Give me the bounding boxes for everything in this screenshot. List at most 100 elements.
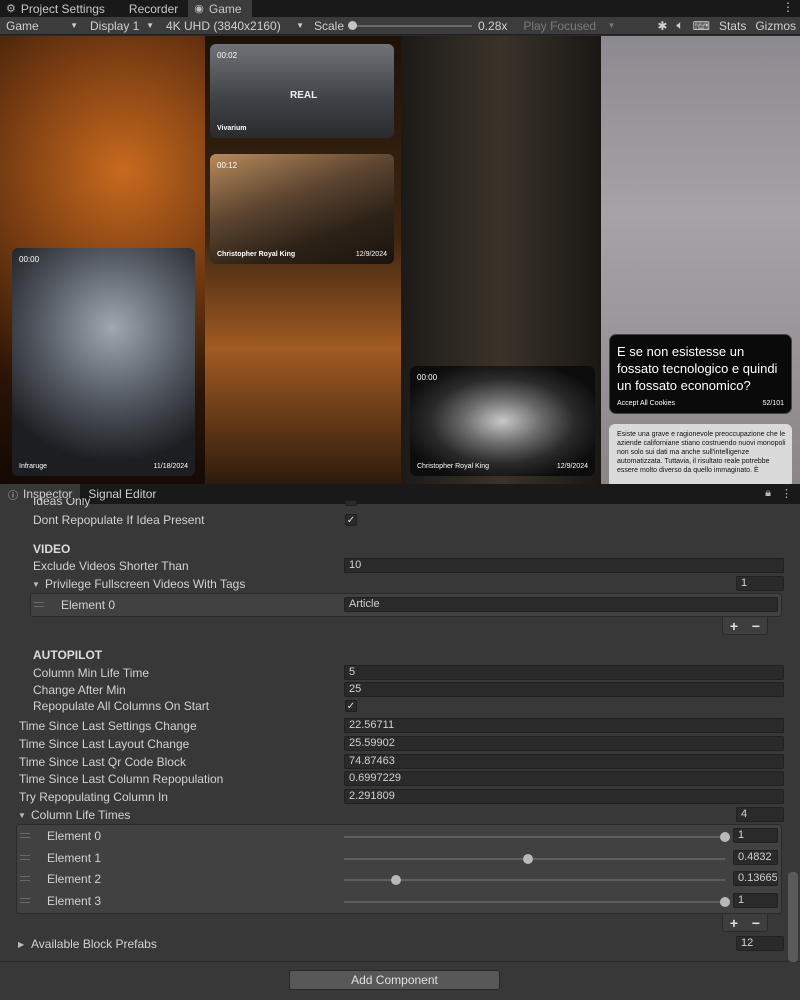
tab-signal-editor[interactable]: Signal Editor xyxy=(80,484,164,504)
dont-repopulate-label: Dont Repopulate If Idea Present xyxy=(33,513,205,527)
more-options-icon[interactable]: ⋮ xyxy=(781,487,792,500)
dont-repopulate-checkbox[interactable]: ✓ xyxy=(345,514,357,526)
video-header: VIDEO xyxy=(33,542,71,556)
display-value: Display 1 xyxy=(90,18,140,33)
editor-tab-bar: ⚙ Project Settings Recorder ◉ Game ⋮ xyxy=(0,0,800,17)
life-element-field[interactable]: 1 xyxy=(733,893,778,908)
question-text: E se non esistesse un fossato tecnologic… xyxy=(617,344,778,393)
accept-cookies-link[interactable]: Accept All Cookies xyxy=(617,400,675,407)
life-element-slider[interactable] xyxy=(344,832,730,842)
inspector-tab-bar: ⓘ Inspector Signal Editor 🔒︎ ⋮ xyxy=(0,484,800,504)
try-repop-field[interactable]: 2.291809 xyxy=(344,789,784,804)
tab-project-settings[interactable]: ⚙ Project Settings xyxy=(0,0,115,17)
chevron-down-icon: ▼ xyxy=(146,21,154,30)
life-element-label: Element 1 xyxy=(47,851,102,865)
tab-label: Signal Editor xyxy=(88,487,157,501)
chevron-down-icon: ▼ xyxy=(70,21,78,30)
life-element-label: Element 2 xyxy=(47,872,102,886)
triangle-down-icon[interactable]: ▼ xyxy=(18,811,26,820)
video-card[interactable]: 00:00 Christopher Royal King 12/9/2024 xyxy=(410,366,595,476)
game-mode-dropdown[interactable]: Game ▼ xyxy=(0,19,84,33)
resolution-dropdown[interactable]: 4K UHD (3840x2160) ▼ xyxy=(160,19,310,33)
drag-handle-icon[interactable] xyxy=(20,876,30,881)
text-card[interactable]: Esiste una grave e ragionevole preoccupa… xyxy=(609,424,792,484)
lock-icon[interactable]: 🔒︎ xyxy=(765,487,771,500)
bug-icon[interactable]: ✱ xyxy=(657,19,667,33)
ideas-only-label: Ideas Only xyxy=(33,498,91,508)
column-min-life-field[interactable]: 5 xyxy=(344,665,784,680)
exclude-videos-field[interactable]: 10 xyxy=(344,558,784,573)
change-after-min-field[interactable]: 25 xyxy=(344,682,784,697)
game-view[interactable]: 00:02 REAL Vivarium 00:12 Christopher Ro… xyxy=(0,36,800,484)
video-date: 12/9/2024 xyxy=(355,251,387,258)
drag-handle-icon[interactable] xyxy=(20,833,30,838)
video-card[interactable]: 00:00 Infraruge 11/18/2024 xyxy=(12,248,195,476)
chevron-down-icon: ▼ xyxy=(607,21,616,30)
privilege-tags-count[interactable]: 1 xyxy=(736,576,784,591)
video-title: Vivarium xyxy=(217,125,247,132)
time-column-field[interactable]: 0.6997229 xyxy=(344,771,784,786)
tab-game[interactable]: ◉ Game xyxy=(188,0,252,17)
more-options-icon[interactable]: ⋮ xyxy=(782,0,794,14)
video-card[interactable]: 00:02 REAL Vivarium xyxy=(210,44,394,138)
ideas-only-checkbox[interactable] xyxy=(345,500,357,506)
time-settings-field[interactable]: 22.56711 xyxy=(344,718,784,733)
life-element-label: Element 0 xyxy=(47,829,102,843)
scale-slider-knob[interactable] xyxy=(348,20,358,30)
video-time: 00:02 xyxy=(217,51,238,60)
play-focused-dropdown[interactable]: Play Focused ▼ xyxy=(517,19,621,33)
drag-handle-icon[interactable] xyxy=(34,602,44,607)
autopilot-header: AUTOPILOT xyxy=(33,648,103,662)
video-title: Christopher Royal King xyxy=(217,251,296,258)
column-life-times-label[interactable]: Column Life Times xyxy=(31,808,130,822)
stats-button[interactable]: Stats xyxy=(719,19,746,33)
time-qr-field[interactable]: 74.87463 xyxy=(344,754,784,769)
life-element-field[interactable]: 0.13665 xyxy=(733,871,778,886)
life-element-field[interactable]: 0.4832 xyxy=(733,850,778,865)
available-blocks-count[interactable]: 12 xyxy=(736,936,784,951)
gizmos-button[interactable]: Gizmos xyxy=(755,19,796,33)
drag-handle-icon[interactable] xyxy=(20,898,30,903)
life-element-slider[interactable] xyxy=(344,854,725,864)
tab-recorder[interactable]: Recorder xyxy=(115,0,188,17)
element-0-label: Element 0 xyxy=(61,598,116,612)
element-0-field[interactable]: Article xyxy=(344,597,778,612)
divider xyxy=(0,961,800,962)
triangle-down-icon[interactable]: ▼ xyxy=(32,580,40,589)
privilege-tags-label[interactable]: Privilege Fullscreen Videos With Tags xyxy=(45,577,245,591)
remove-element-button[interactable]: − xyxy=(752,618,760,634)
scale-label: Scale xyxy=(314,18,345,33)
life-element-slider[interactable] xyxy=(344,875,725,885)
inspector-scrollbar[interactable] xyxy=(788,872,798,962)
repopulate-all-label: Repopulate All Columns On Start xyxy=(33,699,210,713)
life-element-field[interactable]: 1 xyxy=(733,828,778,843)
question-card[interactable]: E se non esistesse un fossato tecnologic… xyxy=(609,334,792,414)
triangle-right-icon[interactable]: ▶ xyxy=(18,940,24,949)
time-layout-field[interactable]: 25.59902 xyxy=(344,736,784,751)
display-dropdown[interactable]: Display 1 ▼ xyxy=(84,19,160,33)
chevron-down-icon: ▼ xyxy=(296,21,304,30)
question-count: 52/101 xyxy=(762,400,784,407)
list-add-remove: + − xyxy=(722,617,768,635)
slider-knob[interactable] xyxy=(720,832,730,842)
column-background-4 xyxy=(601,36,800,484)
video-card[interactable]: 00:12 Christopher Royal King 12/9/2024 xyxy=(210,154,394,264)
add-component-button[interactable]: Add Component xyxy=(289,970,500,990)
keyboard-icon[interactable]: ⌨ xyxy=(693,19,710,33)
available-blocks-label[interactable]: Available Block Prefabs xyxy=(31,937,157,951)
scale-slider[interactable] xyxy=(348,20,473,30)
time-layout-label: Time Since Last Layout Change xyxy=(19,737,190,751)
drag-handle-icon[interactable] xyxy=(20,855,30,860)
video-date: 12/9/2024 xyxy=(556,463,588,470)
video-time: 00:12 xyxy=(217,161,238,170)
tab-label: Project Settings xyxy=(20,1,105,16)
repopulate-all-checkbox[interactable]: ✓ xyxy=(345,700,357,712)
slider-knob[interactable] xyxy=(391,875,402,885)
audio-mute-icon[interactable]: 🔈︎ xyxy=(676,18,683,33)
life-element-slider[interactable] xyxy=(344,897,730,907)
slider-knob[interactable] xyxy=(720,897,730,907)
add-element-button[interactable]: + xyxy=(730,915,738,931)
column-life-times-count[interactable]: 4 xyxy=(736,807,784,822)
add-element-button[interactable]: + xyxy=(730,618,738,634)
remove-element-button[interactable]: − xyxy=(752,915,760,931)
